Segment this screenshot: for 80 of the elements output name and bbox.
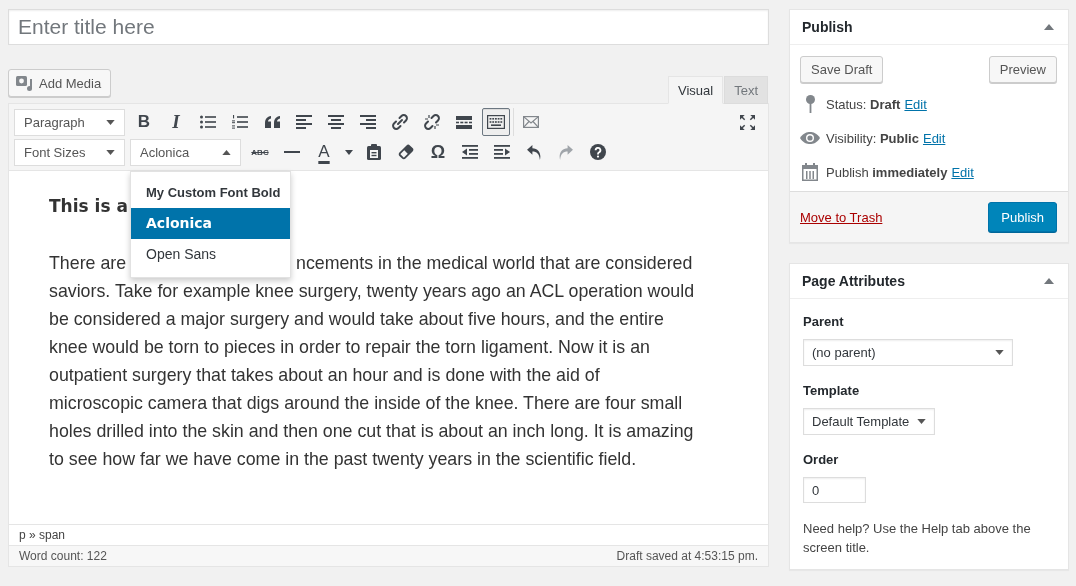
schedule-text: Publish immediately: [826, 164, 948, 180]
dropdown-select[interactable]: (no parent): [803, 339, 1013, 366]
paragraph-text: There are: [49, 252, 127, 275]
envelope-icon: [523, 116, 539, 128]
quote-icon: [264, 116, 280, 128]
align-right-icon: [360, 115, 376, 129]
paragraph-text: be considered a major surgery and would take about five hours, and the entire: [49, 309, 664, 329]
menu-item[interactable]: Aclonica: [131, 207, 290, 239]
caret-icon: [345, 149, 353, 155]
paragraph-text: to see how far we have come in the past twenty years in the scientific field.: [49, 449, 637, 469]
save-draft-button[interactable]: Save Draft: [800, 56, 884, 83]
menu-item[interactable]: My Custom Font Bold: [131, 176, 290, 208]
keyboard-icon: [487, 115, 505, 129]
strikethrough-button[interactable]: ABC: [246, 138, 274, 166]
pin-icon: [805, 95, 815, 113]
field-label: Template: [803, 382, 860, 400]
bullet-list-icon: [200, 115, 216, 129]
dropdown-select[interactable]: Aclonica: [130, 138, 241, 166]
panel-title: Page Attributes: [802, 273, 905, 289]
edit-link[interactable]: Edit: [951, 164, 974, 180]
calendar-icon: [802, 163, 818, 181]
edit-link[interactable]: Edit: [922, 130, 946, 146]
dropdown-select[interactable]: Default Template: [803, 408, 936, 435]
bold-button[interactable]: B: [130, 108, 158, 136]
add-media-button[interactable]: Add Media: [8, 69, 112, 97]
help-text: Need help? Use the Help tab above the screen title.: [803, 520, 1032, 557]
order-input[interactable]: 0: [803, 477, 866, 503]
move-to-trash-link[interactable]: Move to Trash: [800, 209, 883, 225]
text-color-button[interactable]: A: [310, 138, 338, 166]
title-input[interactable]: Enter title here: [8, 9, 769, 45]
numbered-list-icon: [232, 115, 248, 129]
redo-icon: [559, 144, 573, 160]
align-center-icon: [328, 115, 344, 129]
element-path[interactable]: p » span: [19, 528, 66, 542]
indent-icon: [494, 145, 510, 159]
caret-icon: [106, 149, 115, 155]
paragraph-text: knee would be torn to pieces in order to repair the torn ligament. Now it is an: [49, 337, 650, 357]
caret-icon: [222, 149, 231, 155]
dropdown-select[interactable]: Paragraph: [14, 108, 125, 136]
dropdown-select[interactable]: Font Sizes: [14, 138, 125, 166]
publish-button[interactable]: Publish: [988, 202, 1057, 232]
caret-icon: [917, 419, 927, 424]
word-count-text: Word count: 122: [19, 549, 107, 563]
horizontal-line-icon: [284, 151, 300, 153]
outdent-icon: [462, 145, 478, 159]
paragraph-text: holes drilled into the skin and then one cut that is about an inch long. It is amazing: [49, 421, 694, 441]
autosave-text: Draft saved at 4:53:15 pm.: [616, 549, 758, 563]
preview-button[interactable]: Preview: [988, 56, 1057, 83]
broken-link-icon: [424, 114, 440, 130]
collapse-arrow-icon[interactable]: [1044, 24, 1054, 30]
caret-icon: [995, 350, 1004, 355]
visibility-text: Visibility: Public: [826, 130, 919, 146]
special-character-button[interactable]: Ω: [424, 138, 452, 166]
paragraph-text: outpatient surgery that takes about an hour and is done with the aid of: [49, 365, 600, 385]
undo-icon: [527, 144, 541, 160]
eye-icon: [800, 132, 820, 144]
paragraph-text: saviors. Take for example knee surgery, twenty years ago an ACL operation would: [49, 281, 695, 301]
menu-item[interactable]: Open Sans: [131, 238, 290, 270]
link-icon: [392, 114, 408, 130]
paragraph-text: microscopic camera that digs around the inside of the knee. There are four small: [49, 393, 683, 413]
panel-title: Publish: [802, 19, 853, 35]
heading-text: This is a: [49, 195, 128, 218]
fullscreen-icon: [739, 114, 755, 130]
eraser-icon: [398, 144, 414, 160]
status-text: Status: Draft: [826, 96, 901, 112]
collapse-arrow-icon[interactable]: [1044, 278, 1054, 284]
field-label: Order: [803, 451, 839, 469]
editor-tab[interactable]: Visual: [667, 76, 724, 104]
field-label: Parent: [803, 313, 844, 331]
toolbar-toggle-button[interactable]: [482, 108, 510, 136]
caret-icon: [106, 119, 115, 125]
align-left-icon: [296, 115, 312, 129]
paragraph-text: ncements in the medical world that are considered: [296, 252, 693, 275]
italic-button[interactable]: I: [162, 108, 190, 136]
media-icon: [16, 75, 34, 91]
help-icon: [590, 144, 606, 160]
clipboard-icon: [367, 144, 381, 160]
read-more-icon: [456, 115, 472, 129]
edit-link[interactable]: Edit: [904, 96, 927, 112]
editor-tab[interactable]: Text: [724, 76, 768, 104]
